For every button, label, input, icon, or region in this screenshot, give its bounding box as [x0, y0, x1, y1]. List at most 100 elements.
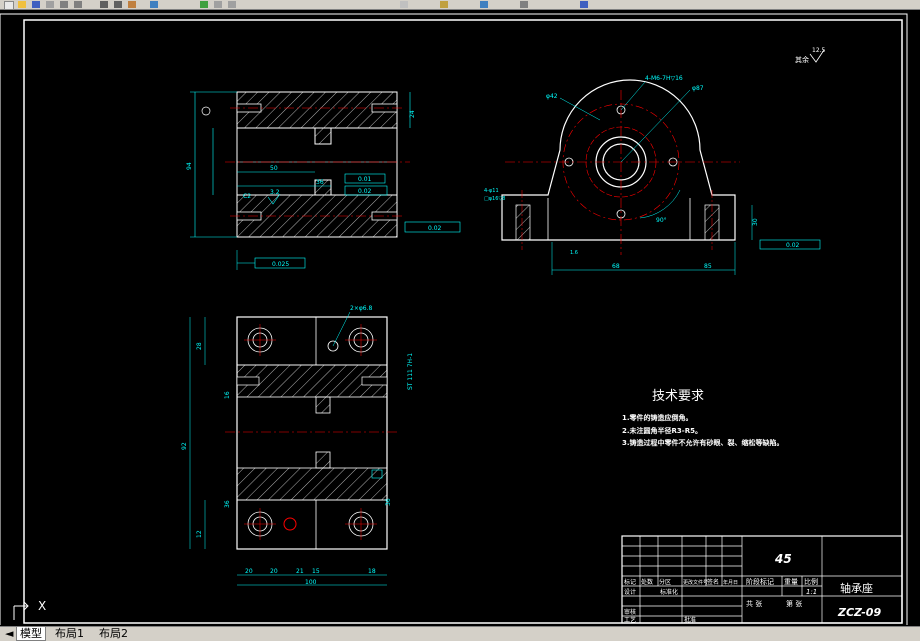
svg-text:0.01: 0.01: [358, 176, 372, 183]
anno-dia-87: φ87: [692, 85, 704, 92]
match-properties-icon[interactable]: [150, 1, 158, 8]
mark-label: 标记: [624, 578, 636, 586]
front-view: 94 24 50 36 C2 3.2 0.01 0.02 0.02 0.025: [186, 91, 461, 270]
weight-label: 重量: [784, 578, 798, 586]
outer-border: [0, 13, 908, 625]
dim-c2: C2: [243, 193, 251, 200]
sheet-total: 共 张: [746, 599, 762, 608]
anno-angle-90: 90°: [656, 217, 667, 224]
tab-layout2[interactable]: 布局2: [96, 627, 131, 640]
side-view: φ87 φ42 4-M6-7H▽16 90° 4-φ11 □φ16▽8 68 8…: [484, 75, 821, 275]
open-file-icon[interactable]: [18, 1, 26, 8]
dim-94: 94: [186, 162, 193, 170]
roughness-rest-label: 其余: [795, 55, 809, 64]
side-label: ST 111 7H-1: [407, 353, 414, 390]
undo-icon[interactable]: [60, 1, 68, 8]
anno-cb-spec: □φ16▽8: [484, 196, 505, 202]
anno-hole-spec: 4-φ11: [484, 188, 499, 194]
paste-icon[interactable]: [128, 1, 136, 8]
pan-icon[interactable]: [200, 1, 208, 8]
gtol-frame-5: 0.02: [759, 239, 821, 250]
review-label: 审核: [624, 608, 636, 616]
print-icon[interactable]: [46, 1, 54, 8]
dim-36b-top: 36: [385, 498, 392, 506]
scale-value: 1:1: [806, 588, 817, 596]
standardize-label: 标准化: [660, 588, 678, 596]
dim-20b: 20: [270, 568, 278, 575]
sign-label: 签名: [707, 578, 719, 586]
top-view: 92 28 12 100 20 20 21 15 18 36 16 36 2×φ…: [181, 305, 414, 586]
change-doc-label: 更改文件号: [683, 579, 708, 586]
toolbar: [0, 0, 920, 10]
tab-layout1[interactable]: 布局1: [52, 627, 87, 640]
part-name-text: 轴承座: [840, 581, 873, 595]
side-outline: [501, 79, 736, 241]
gtol-frame-2: 0.02: [344, 185, 388, 196]
dim-21: 21: [296, 568, 304, 575]
svg-text:0.02: 0.02: [786, 242, 800, 249]
copy-icon[interactable]: [114, 1, 122, 8]
calculator-icon[interactable]: [520, 1, 528, 8]
gtol-frame-1: 0.01: [344, 173, 386, 184]
design-center-icon[interactable]: [440, 1, 448, 8]
svg-text:0.02: 0.02: [358, 188, 372, 195]
properties-icon[interactable]: [400, 1, 408, 8]
svg-text:0.02: 0.02: [428, 225, 442, 232]
dim-36-top: 36: [224, 500, 231, 508]
tech-item-3: 3.铸造过程中零件不允许有砂眼、裂、缩松等缺陷。: [622, 438, 784, 447]
scale-label: 比例: [804, 577, 818, 586]
dim-ra16: 1.6: [570, 250, 578, 256]
tool-palette-icon[interactable]: [480, 1, 488, 8]
tech-item-1: 1.零件的铸造应倒角。: [622, 413, 693, 422]
inner-border: [23, 19, 903, 624]
svg-text:0.025: 0.025: [272, 261, 289, 268]
anno-thread-holes: 4-M6-7H▽16: [645, 75, 683, 82]
process-label: 工艺: [624, 616, 636, 624]
dim-15: 15: [312, 568, 320, 575]
technical-requirements: 技术要求 1.零件的铸造应倒角。 2.未注圆角半径R3-R5。 3.铸造过程中零…: [622, 389, 784, 447]
ucs-x-label: X: [38, 599, 46, 613]
tab-model[interactable]: 模型: [16, 627, 46, 641]
title-block-text: 45 轴承座 ZCZ-09 阶段标记 重量 比例 1:1 共 张 第 张 标记 …: [624, 552, 881, 624]
dim-85: 85: [704, 263, 712, 270]
gtol-frame-4: 0.025: [254, 257, 306, 269]
material-text: 45: [774, 552, 792, 566]
tech-title: 技术要求: [652, 389, 704, 404]
dim-68: 68: [612, 263, 620, 270]
stage-label: 阶段标记: [746, 577, 774, 586]
gtol-frame-3: 0.02: [404, 221, 461, 233]
dim-12: 12: [196, 530, 203, 538]
dim-92: 92: [181, 442, 188, 450]
dim-16-top: 16: [224, 391, 231, 399]
datum-symbol-front: [201, 106, 211, 116]
dim-3-2: 3.2: [270, 189, 280, 196]
save-icon[interactable]: [32, 1, 40, 8]
tab-nav-left[interactable]: ◄: [2, 627, 16, 640]
dim-50-front: 50: [270, 165, 278, 172]
help-icon[interactable]: [580, 1, 588, 8]
zone-label: 分区: [659, 578, 671, 586]
zoom-icon[interactable]: [214, 1, 222, 8]
dim-20: 20: [245, 568, 253, 575]
anno-dia-42: φ42: [546, 93, 558, 100]
roughness-rest-symbol: 其余 12.5: [795, 47, 826, 64]
dim-36-front: 36: [316, 179, 324, 186]
drawing-canvas[interactable]: 其余 12.5 94 24 50 36 C2 3.2 0.01 0.02 0.0…: [0, 10, 920, 625]
tech-item-2: 2.未注圆角半径R3-R5。: [622, 426, 702, 435]
design-label: 设计: [624, 588, 636, 596]
drawing-no-text: ZCZ-09: [837, 606, 881, 619]
dim-100: 100: [305, 579, 317, 586]
ucs-icon: X: [13, 599, 46, 620]
cut-icon[interactable]: [100, 1, 108, 8]
top-pin-hole: [283, 517, 297, 531]
redo-icon[interactable]: [74, 1, 82, 8]
approve-label: 批准: [684, 616, 696, 624]
top-note: 2×φ6.8: [350, 305, 373, 312]
dim-18: 18: [368, 568, 376, 575]
zoom-window-icon[interactable]: [228, 1, 236, 8]
dim-24: 24: [409, 110, 416, 118]
count-label: 处数: [641, 578, 653, 586]
sheet-no: 第 张: [786, 599, 802, 608]
new-file-icon[interactable]: [4, 1, 14, 10]
dim-28: 28: [196, 342, 203, 350]
